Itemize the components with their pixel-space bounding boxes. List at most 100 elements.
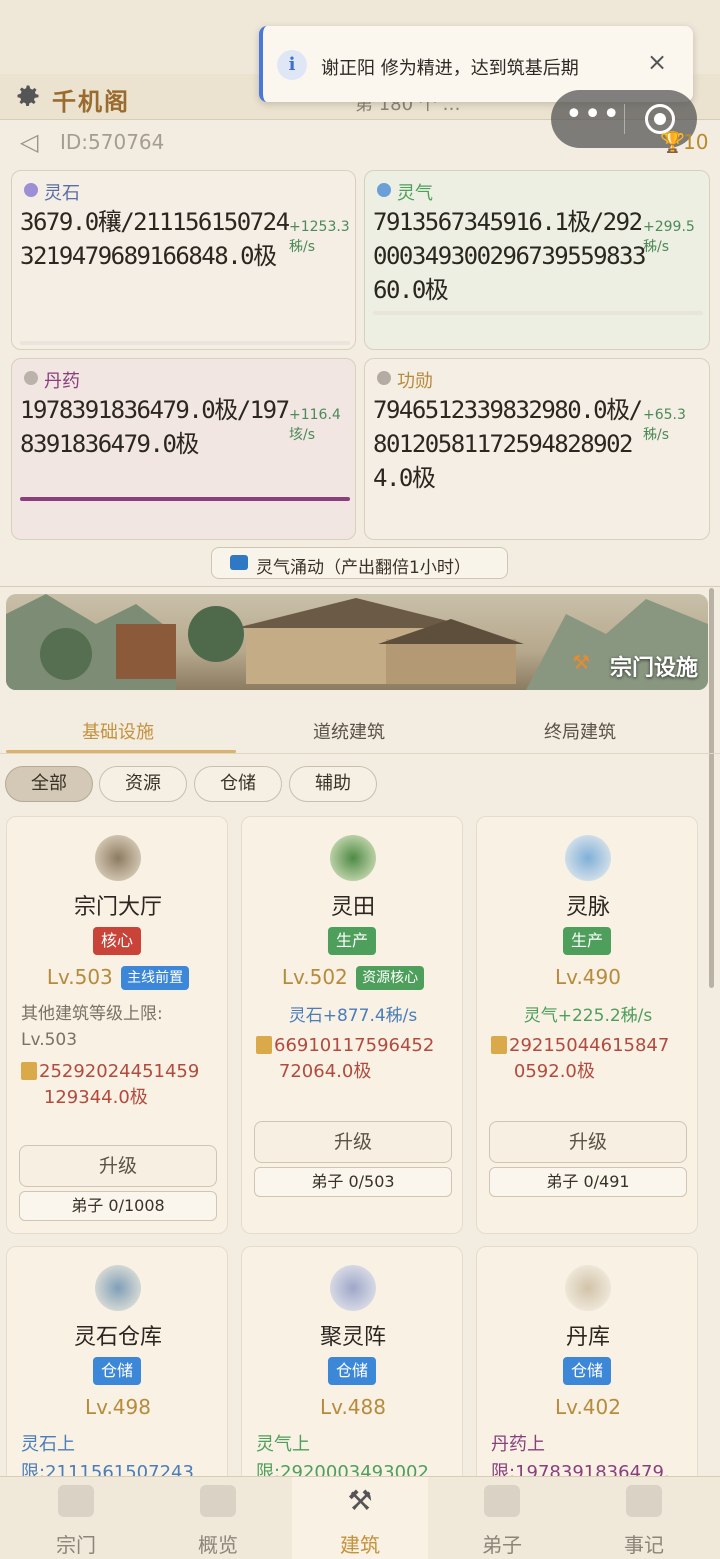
resource-card-merit: 功勋 7946512339832980.0极/80120581172594828… <box>364 358 710 540</box>
hammer-icon: ⚒ <box>572 650 590 674</box>
filter-chip-storage[interactable]: 仓储 <box>194 766 282 802</box>
building-name: 聚灵阵 <box>319 1325 386 1350</box>
pill-icon <box>24 371 38 385</box>
swirl-icon <box>377 183 391 197</box>
tab-doctrine-buildings[interactable]: 道统建筑 <box>313 718 385 744</box>
level-row: Lv.488 <box>242 1395 462 1419</box>
limit-line: 灵石上 <box>21 1434 75 1455</box>
rate-unit: 秭/s <box>643 427 670 443</box>
active-tab-indicator <box>6 750 236 753</box>
nav-label: 建筑 <box>340 1533 380 1557</box>
filter-chip-resource[interactable]: 资源 <box>99 766 187 802</box>
qi-surge-button[interactable]: 灵气涌动（产出翻倍1小时） <box>211 547 508 579</box>
chronicle-icon <box>626 1485 662 1517</box>
resource-value: 7913567345916.1极/29200034930029673955983… <box>373 208 646 304</box>
cost-line: 25292024451459 <box>39 1061 200 1082</box>
cost-line: 66910117596452 <box>274 1035 435 1056</box>
nav-label: 宗门 <box>56 1533 96 1557</box>
cost-line: 0592.0极 <box>513 1061 595 1082</box>
building-yield: 灵气+225.2秭/s <box>523 1006 653 1026</box>
building-tabs: 基础设施 道统建筑 终局建筑 <box>0 710 720 754</box>
resource-name: 灵气 <box>397 183 433 204</box>
spirit-stone-icon <box>24 183 38 197</box>
upgrade-button[interactable]: 升级 <box>19 1145 217 1187</box>
back-arrow-icon[interactable]: ◁ <box>20 128 38 156</box>
tab-basic-facilities[interactable]: 基础设施 <box>82 718 154 744</box>
merit-icon <box>377 371 391 385</box>
resource-rate: +1253.3 秭/s <box>289 217 351 257</box>
resource-bar <box>20 341 350 345</box>
disciple-button[interactable]: 弟子 0/503 <box>254 1167 452 1197</box>
rate-unit: 垓/s <box>289 427 316 443</box>
building-card-spirit-vein[interactable]: 灵脉 生产 Lv.490 灵气+225.2秭/s 29215044615847 … <box>476 816 698 1234</box>
nav-sect[interactable]: 宗门 <box>8 1477 144 1559</box>
nav-chronicle[interactable]: 事记 <box>576 1477 712 1559</box>
array-circle-icon <box>330 1265 376 1311</box>
overview-icon <box>200 1485 236 1517</box>
gear-icon[interactable] <box>14 82 42 110</box>
building-tag: 仓储 <box>92 1357 142 1385</box>
resource-card-pill: 丹药 1978391836479.0极/1978391836479.0极 +11… <box>11 358 356 540</box>
building-card-sect-hall[interactable]: 宗门大厅 核心 Lv.503 主线前置 其他建筑等级上限: Lv.503 2529… <box>6 816 228 1234</box>
scrollbar[interactable] <box>709 588 714 988</box>
nav-label: 弟子 <box>482 1533 522 1557</box>
nav-buildings[interactable]: ⚒ 建筑 <box>292 1477 428 1559</box>
limit-line: 灵气上 <box>256 1434 310 1455</box>
building-tag: 生产 <box>562 927 612 955</box>
toast-message: 谢正阳 修为精进，达到筑基后期 <box>321 58 579 79</box>
nav-overview[interactable]: 概览 <box>150 1477 286 1559</box>
rate-amount: +65.3 <box>643 407 686 423</box>
level-badge: 主线前置 <box>121 966 190 990</box>
filter-chip-all[interactable]: 全部 <box>5 766 93 802</box>
resource-rate: +116.4 垓/s <box>289 405 351 445</box>
sect-icon <box>58 1485 94 1517</box>
nav-disciples[interactable]: 弟子 <box>434 1477 570 1559</box>
filter-chip-support[interactable]: 辅助 <box>289 766 377 802</box>
building-card-spirit-field[interactable]: 灵田 生产 Lv.502 资源核心 灵石+877.4秭/s 6691011759… <box>241 816 463 1234</box>
building-name: 丹库 <box>565 1325 610 1350</box>
building-level: Lv.488 <box>320 1395 386 1419</box>
scroll-icon <box>256 1036 272 1054</box>
terrace-field-icon <box>330 835 376 881</box>
id-row: ◁ ID:570764 🏆 10 <box>0 120 720 164</box>
resource-value: 7946512339832980.0极/80120581172594828902… <box>373 396 643 492</box>
level-row: Lv.490 <box>477 965 697 989</box>
building-card-pill-store[interactable]: 丹库 仓储 Lv.402 丹药上 限:1978391836479. <box>476 1246 698 1506</box>
landscape-illustration <box>6 594 708 690</box>
resource-name: 灵石 <box>44 183 80 204</box>
disciple-button[interactable]: 弟子 0/491 <box>489 1167 687 1197</box>
tv-icon <box>230 555 248 570</box>
sect-facilities-banner: ⚒ 宗门设施 <box>6 594 708 690</box>
trophy-count: 10 <box>683 130 709 154</box>
building-card-stone-warehouse[interactable]: 灵石仓库 仓储 Lv.498 灵石上 限:2111561507243 <box>6 1246 228 1506</box>
building-level: Lv.402 <box>555 1395 621 1419</box>
bottom-nav: 宗门 概览 ⚒ 建筑 弟子 事记 <box>0 1476 720 1559</box>
building-level: Lv.498 <box>85 1395 151 1419</box>
building-tag: 仓储 <box>327 1357 377 1385</box>
disciple-icon <box>484 1485 520 1517</box>
tab-endgame-buildings[interactable]: 终局建筑 <box>544 718 616 744</box>
resource-name: 功勋 <box>397 371 433 392</box>
rate-amount: +299.5 <box>643 219 695 235</box>
building-card-qi-array[interactable]: 聚灵阵 仓储 Lv.488 灵气上 限:2920003493002 <box>241 1246 463 1506</box>
wave-icon <box>565 835 611 881</box>
hall-icon <box>95 835 141 881</box>
section-divider <box>0 586 720 587</box>
info-icon: i <box>277 50 307 80</box>
level-badge: 资源核心 <box>356 966 425 990</box>
building-tag: 核心 <box>92 927 142 955</box>
upgrade-button[interactable]: 升级 <box>254 1121 452 1163</box>
resource-card-spirit-qi: 灵气 7913567345916.1极/29200034930029673955… <box>364 170 710 350</box>
trophy-icon: 🏆 <box>660 130 685 154</box>
close-icon[interactable]: × <box>647 48 667 76</box>
treasure-chest-icon <box>95 1265 141 1311</box>
scroll-icon <box>21 1062 37 1080</box>
resource-bar <box>373 311 703 315</box>
desc-line: 其他建筑等级上限: <box>21 1004 163 1024</box>
level-row: Lv.402 <box>477 1395 697 1419</box>
disciple-button[interactable]: 弟子 0/1008 <box>19 1191 217 1221</box>
boost-label: 灵气涌动（产出翻倍1小时） <box>256 558 471 578</box>
rate-amount: +116.4 <box>289 407 341 423</box>
building-desc: 其他建筑等级上限: Lv.503 <box>21 1001 221 1053</box>
upgrade-button[interactable]: 升级 <box>489 1121 687 1163</box>
